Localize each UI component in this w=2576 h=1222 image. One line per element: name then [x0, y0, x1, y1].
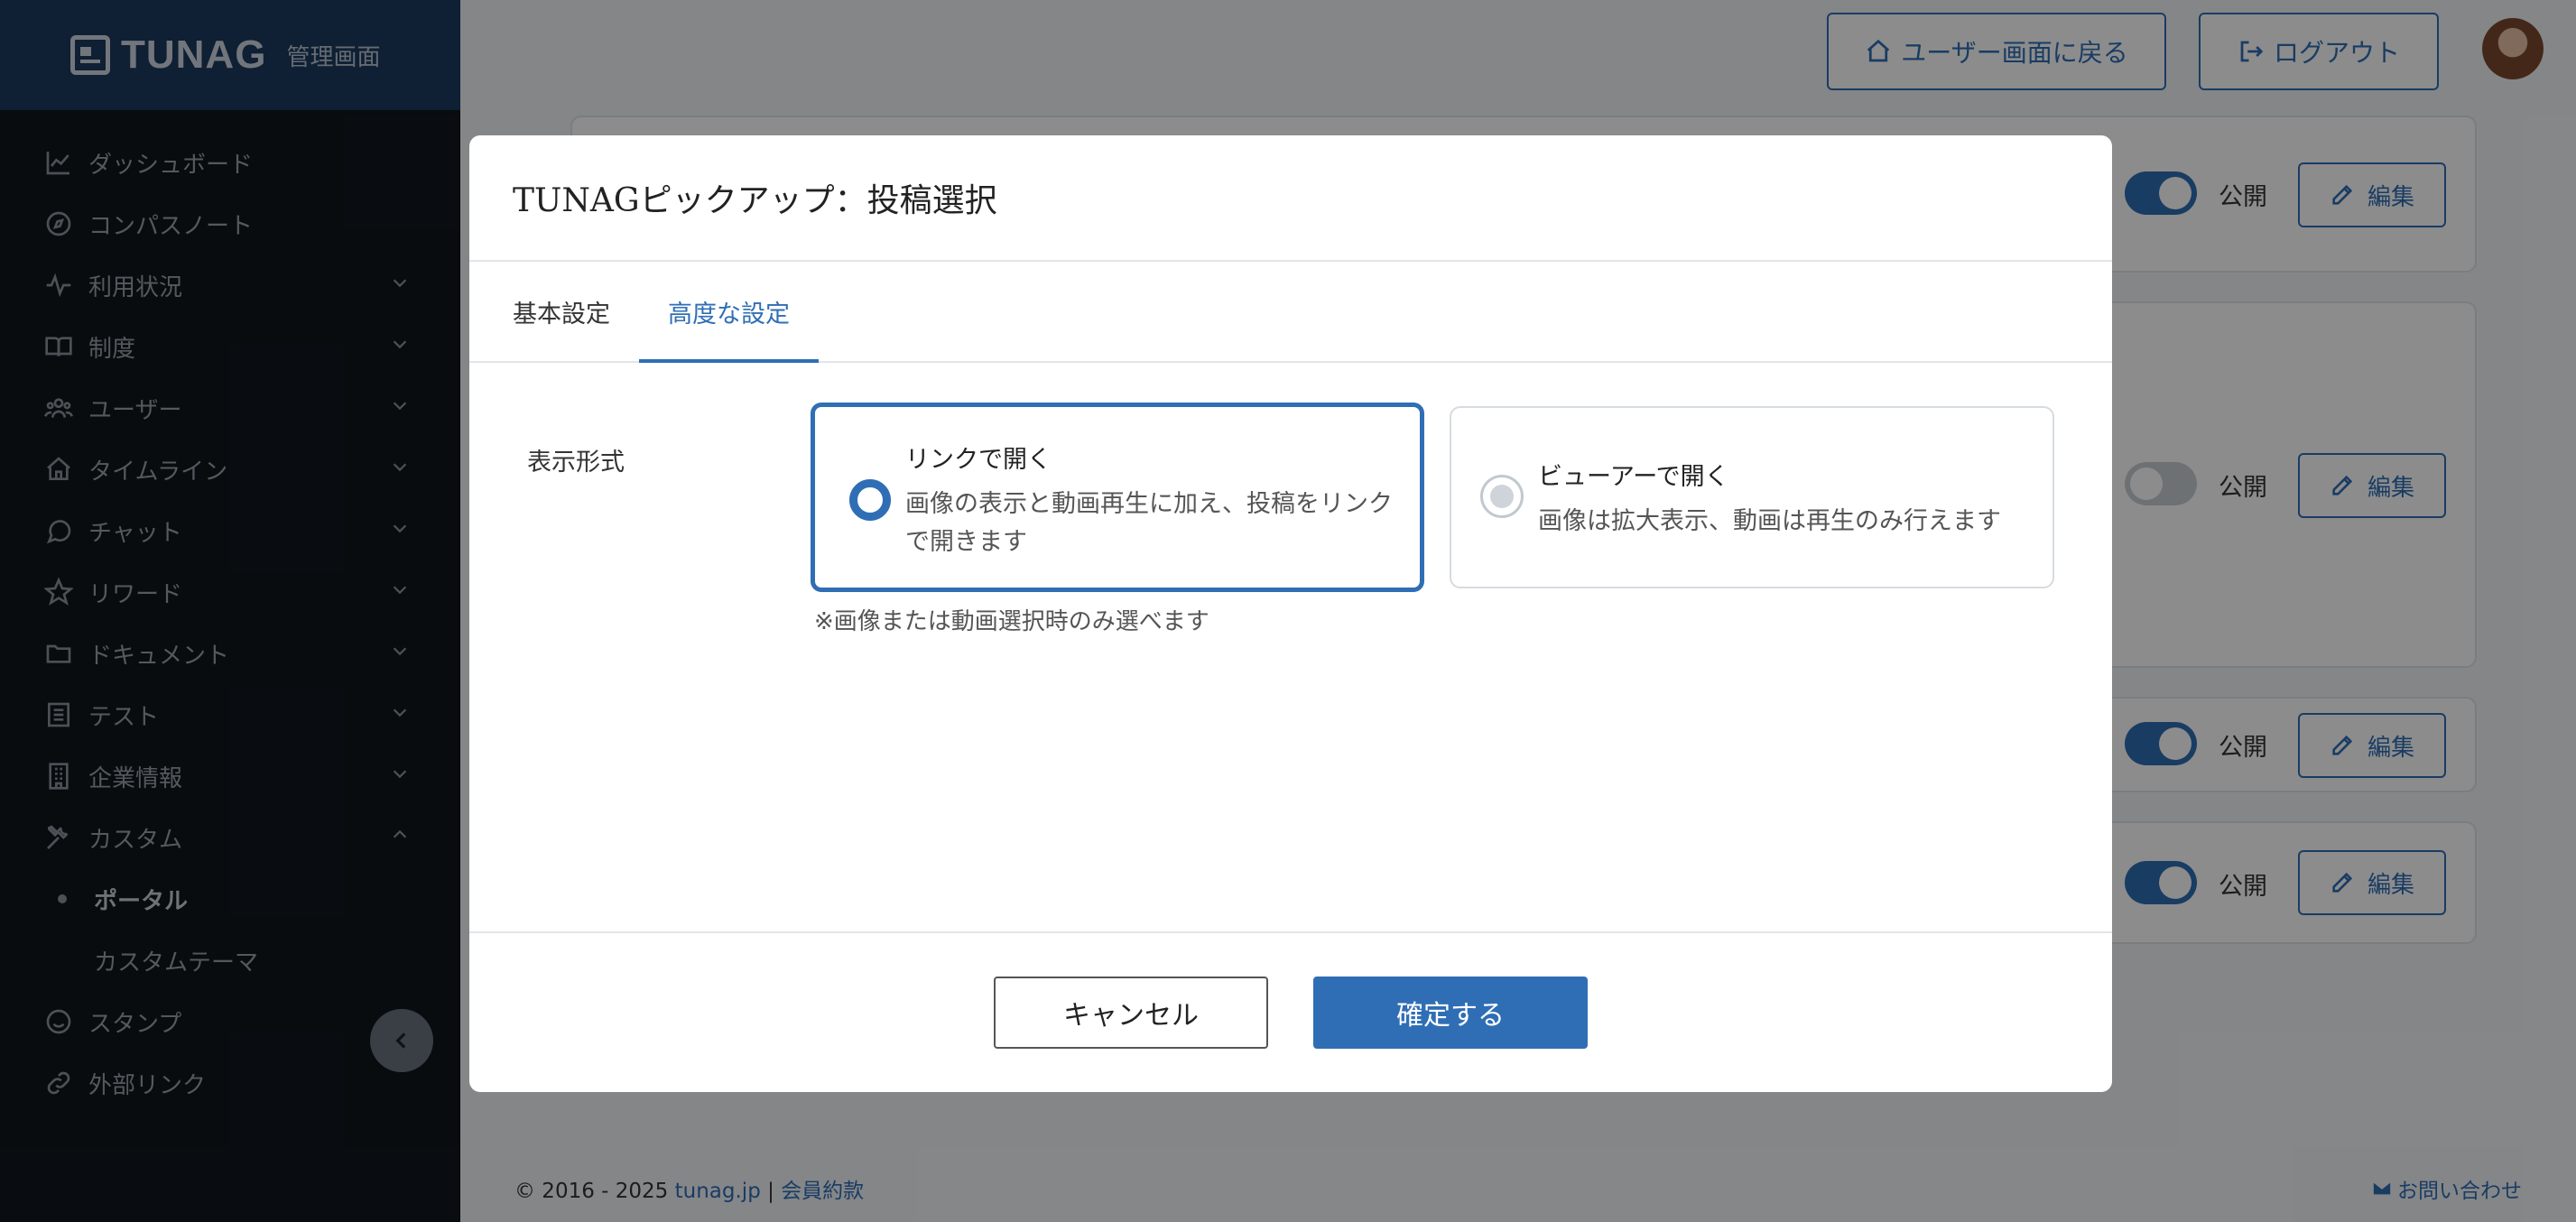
tab-advanced-settings[interactable]: 高度な設定: [639, 262, 819, 363]
option-title: ビューアーで開く: [1538, 463, 1729, 491]
tab-basic-settings[interactable]: 基本設定: [484, 262, 639, 361]
display-format-label: 表示形式: [527, 449, 625, 477]
option-open-link[interactable]: リンクで開く 画像の表示と動画再生に加え、投稿をリンクで開きます: [811, 403, 1424, 592]
modal-footer: キャンセル 確定する: [469, 931, 2112, 1092]
modal-body: 表示形式 リンクで開く 画像の表示と動画再生に加え、投稿をリンクで開きます ビュ…: [469, 363, 2112, 931]
radio-selected-icon[interactable]: [849, 479, 891, 521]
option-title: リンクで開く: [905, 446, 1052, 474]
cancel-button[interactable]: キャンセル: [994, 977, 1268, 1049]
option-description: 画像の表示と動画再生に加え、投稿をリンクで開きます: [905, 490, 1393, 556]
pickup-post-select-modal: TUNAGピックアップ：投稿選択 基本設定 高度な設定 表示形式 リンクで開く …: [469, 135, 2112, 1092]
modal-title: TUNAGピックアップ：投稿選択: [469, 135, 2112, 262]
option-open-viewer[interactable]: ビューアーで開く 画像は拡大表示、動画は再生のみ行えます: [1450, 406, 2054, 588]
radio-unselected-icon[interactable]: [1480, 475, 1524, 518]
option-text: リンクで開く 画像の表示と動画再生に加え、投稿をリンクで開きます: [905, 440, 1393, 561]
display-format-note: ※画像または動画選択時のみ選べます: [814, 608, 1209, 635]
modal-tabs: 基本設定 高度な設定: [469, 262, 2112, 363]
option-text: ビューアーで開く 画像は拡大表示、動画は再生のみ行えます: [1538, 457, 2043, 541]
option-description: 画像は拡大表示、動画は再生のみ行えます: [1538, 507, 2001, 535]
confirm-button[interactable]: 確定する: [1313, 977, 1588, 1049]
